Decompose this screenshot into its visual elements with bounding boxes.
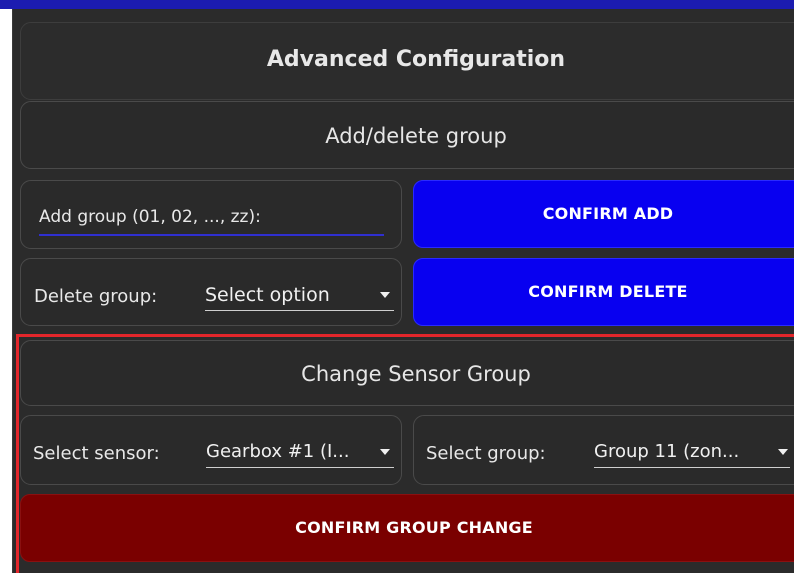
add-group-input[interactable]	[39, 234, 384, 236]
delete-group-select[interactable]: Select option	[205, 284, 394, 311]
delete-group-selected-value: Select option	[205, 284, 330, 306]
confirm-add-button[interactable]: CONFIRM ADD	[413, 180, 794, 248]
add-group-panel: Add group (01, 02, ..., zz):	[20, 180, 402, 249]
left-margin	[0, 9, 12, 573]
delete-group-panel: Delete group: Select option	[20, 258, 402, 326]
app-frame: Advanced Configuration Add/delete group …	[0, 0, 794, 573]
page-title: Advanced Configuration	[266, 47, 566, 72]
page-title-panel: Advanced Configuration	[20, 22, 794, 100]
confirm-delete-button[interactable]: CONFIRM DELETE	[413, 258, 794, 326]
add-delete-group-header: Add/delete group	[20, 101, 794, 169]
highlight-box	[16, 334, 794, 573]
add-group-label: Add group (01, 02, ..., zz):	[39, 207, 261, 227]
add-delete-group-title: Add/delete group	[325, 124, 507, 148]
delete-group-label: Delete group:	[34, 286, 158, 307]
top-accent-bar	[0, 0, 794, 9]
chevron-down-icon	[380, 292, 390, 298]
